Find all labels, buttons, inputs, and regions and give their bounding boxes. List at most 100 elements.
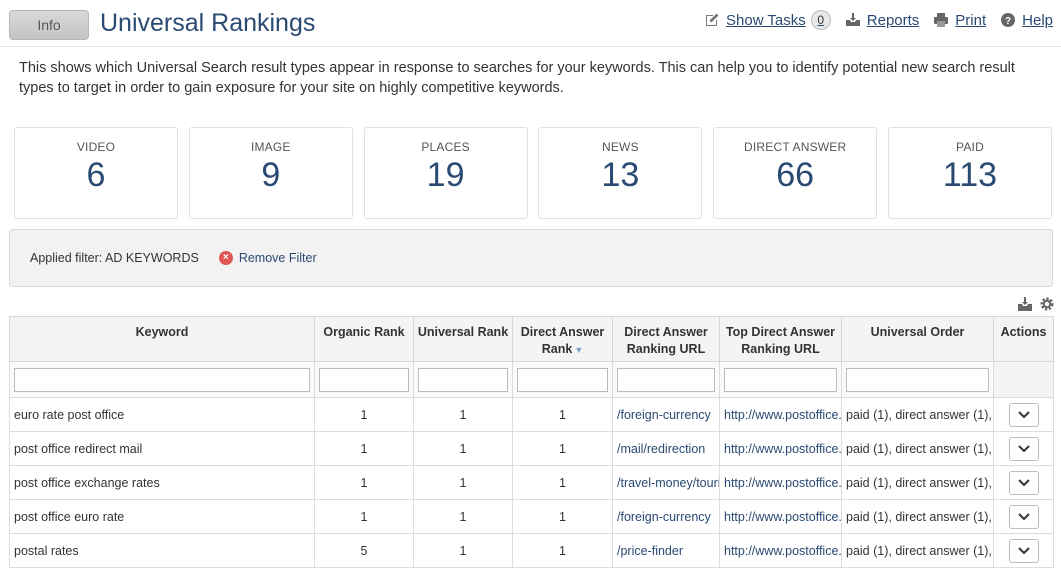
chevron-down-icon [1017, 546, 1030, 554]
filter-cell [612, 361, 720, 398]
gear-icon[interactable] [1039, 296, 1055, 312]
column-header-universal-order[interactable]: Universal Order [841, 316, 994, 362]
direct-answer-rank-filter-input[interactable] [517, 367, 608, 392]
universal-order-cell: paid (1), direct answer (1), organic (1) [841, 431, 994, 466]
universal-rank-cell: 1 [413, 465, 513, 500]
row-actions-button[interactable] [1008, 402, 1039, 427]
print-link[interactable]: Print [933, 12, 986, 29]
direct-answer-rank-cell: 1 [512, 465, 613, 500]
row-actions-button[interactable] [1008, 538, 1039, 563]
top-direct-answer-url-link[interactable]: http://www.postoffice.co.uk [719, 533, 842, 568]
column-header-direct-answer-url[interactable]: Direct Answer Ranking URL [612, 316, 720, 362]
direct-answer-url-filter-input[interactable] [617, 367, 715, 392]
table-header-row: Keyword Organic Rank Universal Rank Dire… [9, 316, 1054, 362]
filter-cell [993, 361, 1054, 398]
stat-card-news[interactable]: NEWS 13 [538, 127, 703, 219]
stat-card-places[interactable]: PLACES 19 [363, 127, 528, 219]
svg-text:?: ? [1005, 16, 1011, 27]
keyword-cell: post office euro rate [9, 499, 315, 534]
chevron-down-icon [1017, 478, 1030, 486]
print-label: Print [955, 11, 987, 29]
top-direct-answer-url-link[interactable]: http://www.postoffice.co.uk [719, 397, 842, 432]
table-row: post office exchange rates 1 1 1 /travel… [9, 465, 1054, 500]
table-row: euro rate post office 1 1 1 /foreign-cur… [9, 397, 1054, 432]
info-button[interactable]: Info [9, 10, 89, 40]
export-icon[interactable] [1017, 296, 1033, 312]
column-header-direct-answer-rank[interactable]: Direct Answer Rank ▼ [512, 316, 613, 362]
stat-label: PAID [956, 140, 984, 154]
direct-answer-rank-cell: 1 [512, 431, 613, 466]
organic-rank-cell: 1 [314, 465, 414, 500]
universal-order-filter-input[interactable] [846, 367, 989, 392]
organic-rank-filter-input[interactable] [319, 367, 409, 392]
direct-answer-url-link[interactable]: /foreign-currency [612, 397, 720, 432]
stat-label: IMAGE [250, 140, 291, 154]
keyword-filter-input[interactable] [14, 367, 310, 392]
top-direct-answer-url-filter-input[interactable] [724, 367, 837, 392]
universal-rank-cell: 1 [413, 533, 513, 568]
universal-rank-filter-input[interactable] [418, 367, 508, 392]
stat-value: 9 [261, 156, 281, 194]
organic-rank-cell: 1 [314, 431, 414, 466]
keyword-cell: post office redirect mail [9, 431, 315, 466]
column-header-universal-rank[interactable]: Universal Rank [413, 316, 513, 362]
chevron-down-icon [1017, 444, 1030, 452]
reports-link[interactable]: Reports [845, 11, 920, 29]
remove-filter-button[interactable]: × Remove Filter [218, 251, 317, 265]
row-actions-button[interactable] [1008, 470, 1039, 495]
stat-value: 113 [942, 156, 998, 194]
actions-cell [993, 431, 1054, 466]
organic-rank-cell: 1 [314, 397, 414, 432]
help-label: Help [1022, 11, 1053, 29]
direct-answer-url-link[interactable]: /mail/redirection [612, 431, 720, 466]
direct-answer-rank-cell: 1 [512, 533, 613, 568]
chevron-down-icon [1017, 512, 1030, 520]
column-header-top-direct-answer-url[interactable]: Top Direct Answer Ranking URL [719, 316, 842, 362]
direct-answer-url-link[interactable]: /foreign-currency [612, 499, 720, 534]
edit-icon [706, 13, 719, 26]
row-actions-button[interactable] [1008, 436, 1039, 461]
stat-value: 19 [426, 156, 465, 194]
stat-label: DIRECT ANSWER [743, 140, 847, 154]
printer-icon [934, 13, 949, 27]
column-header-keyword[interactable]: Keyword [9, 316, 315, 362]
top-direct-answer-url-link[interactable]: http://www.postoffice.co.uk [719, 465, 842, 500]
stat-value: 13 [601, 156, 640, 194]
filter-cell [314, 361, 414, 398]
direct-answer-rank-cell: 1 [512, 499, 613, 534]
stat-card-direct-answer[interactable]: DIRECT ANSWER 66 [713, 127, 878, 219]
stat-card-image[interactable]: IMAGE 9 [188, 127, 353, 219]
header-toolbar: Show Tasks 0 Reports Print ? Help [704, 10, 1053, 30]
universal-order-cell: paid (1), direct answer (1), organic (1) [841, 397, 994, 432]
chevron-down-icon [1017, 410, 1030, 418]
table-row: post office redirect mail 1 1 1 /mail/re… [9, 431, 1054, 466]
row-actions-button[interactable] [1008, 504, 1039, 529]
universal-order-cell: paid (1), direct answer (1), organic (5) [841, 533, 994, 568]
actions-cell [993, 499, 1054, 534]
direct-answer-url-link[interactable]: /travel-money/tourist-rates [612, 465, 720, 500]
universal-rank-cell: 1 [413, 397, 513, 432]
stat-card-video[interactable]: VIDEO 6 [14, 127, 178, 219]
top-direct-answer-url-link[interactable]: http://www.postoffice.co.uk [719, 499, 842, 534]
help-link[interactable]: ? Help [1000, 12, 1053, 29]
inbox-download-icon [845, 13, 860, 26]
keyword-cell: postal rates [9, 533, 315, 568]
close-circle-icon: × [218, 251, 233, 265]
reports-label: Reports [866, 11, 920, 29]
filter-cell [9, 361, 315, 398]
stat-value: 66 [776, 156, 815, 194]
show-tasks-label: Show Tasks [726, 11, 806, 29]
direct-answer-rank-cell: 1 [512, 397, 613, 432]
show-tasks-link[interactable]: Show Tasks 0 [704, 10, 831, 30]
universal-order-cell: paid (1), direct answer (1), organic (1) [841, 499, 994, 534]
direct-answer-url-link[interactable]: /price-finder [612, 533, 720, 568]
page-title: Universal Rankings [100, 9, 316, 37]
applied-filter-bar: Applied filter: AD KEYWORDS × Remove Fil… [9, 229, 1053, 287]
stat-card-paid[interactable]: PAID 113 [887, 127, 1052, 219]
stats-row: VIDEO 6 IMAGE 9 PLACES 19 NEWS 13 DIRECT… [14, 127, 1052, 219]
rankings-table: Keyword Organic Rank Universal Rank Dire… [9, 316, 1054, 568]
top-direct-answer-url-link[interactable]: http://www.postoffice.co.uk [719, 431, 842, 466]
table-tools [1011, 296, 1055, 312]
column-header-organic-rank[interactable]: Organic Rank [314, 316, 414, 362]
filter-cell [512, 361, 613, 398]
